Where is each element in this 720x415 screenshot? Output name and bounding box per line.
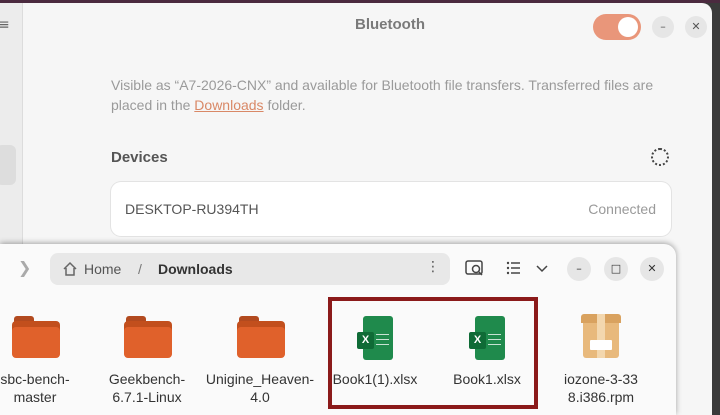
page-title: Bluetooth: [355, 16, 425, 33]
path-menu-button[interactable]: ⋮: [426, 259, 440, 275]
visibility-description: Visible as “A7-2026-CNX” and available f…: [111, 75, 671, 115]
device-row[interactable]: DESKTOP-RU394TH Connected: [111, 182, 671, 236]
devices-heading: Devices: [111, 149, 168, 166]
description-text: Visible as “A7-2026-CNX” and available f…: [111, 77, 654, 113]
package-icon: [581, 314, 621, 360]
description-text-end: folder.: [263, 97, 306, 113]
minimize-button[interactable]: –: [567, 257, 591, 281]
path-home[interactable]: Home: [84, 261, 121, 277]
device-status: Connected: [588, 201, 656, 217]
file-label: Unigine_Heaven-4.0: [205, 371, 315, 405]
sidebar-item-selected[interactable]: [0, 145, 16, 185]
file-label: sbc-bench-master: [0, 371, 70, 405]
selection-highlight-box: [328, 297, 538, 409]
device-name: DESKTOP-RU394TH: [125, 201, 259, 217]
file-label: Geekbench-6.7.1-Linux: [108, 371, 186, 405]
list-view-icon[interactable]: [503, 257, 525, 279]
maximize-button[interactable]: □: [604, 257, 628, 281]
folder-icon: [124, 316, 172, 358]
close-button[interactable]: ✕: [640, 257, 664, 281]
path-current[interactable]: Downloads: [158, 261, 233, 277]
home-icon: [63, 261, 77, 276]
downloads-link[interactable]: Downloads: [194, 97, 263, 113]
close-button[interactable]: ✕: [685, 16, 707, 38]
folder-icon: [12, 316, 60, 358]
file-label: iozone-3-338.i386.rpm: [564, 371, 638, 405]
chevron-down-icon[interactable]: [531, 257, 553, 279]
search-folder-icon[interactable]: [464, 257, 486, 279]
back-chevron-icon[interactable]: ❯: [18, 258, 31, 277]
menu-icon[interactable]: ≡: [0, 17, 10, 33]
scanning-spinner-icon: [651, 148, 669, 166]
toggle-knob: [618, 17, 638, 37]
path-separator: /: [138, 261, 142, 277]
path-bar[interactable]: Home / Downloads ⋮: [50, 253, 450, 285]
folder-icon: [237, 316, 285, 358]
bluetooth-toggle[interactable]: [593, 14, 641, 40]
minimize-button[interactable]: –: [652, 16, 674, 38]
